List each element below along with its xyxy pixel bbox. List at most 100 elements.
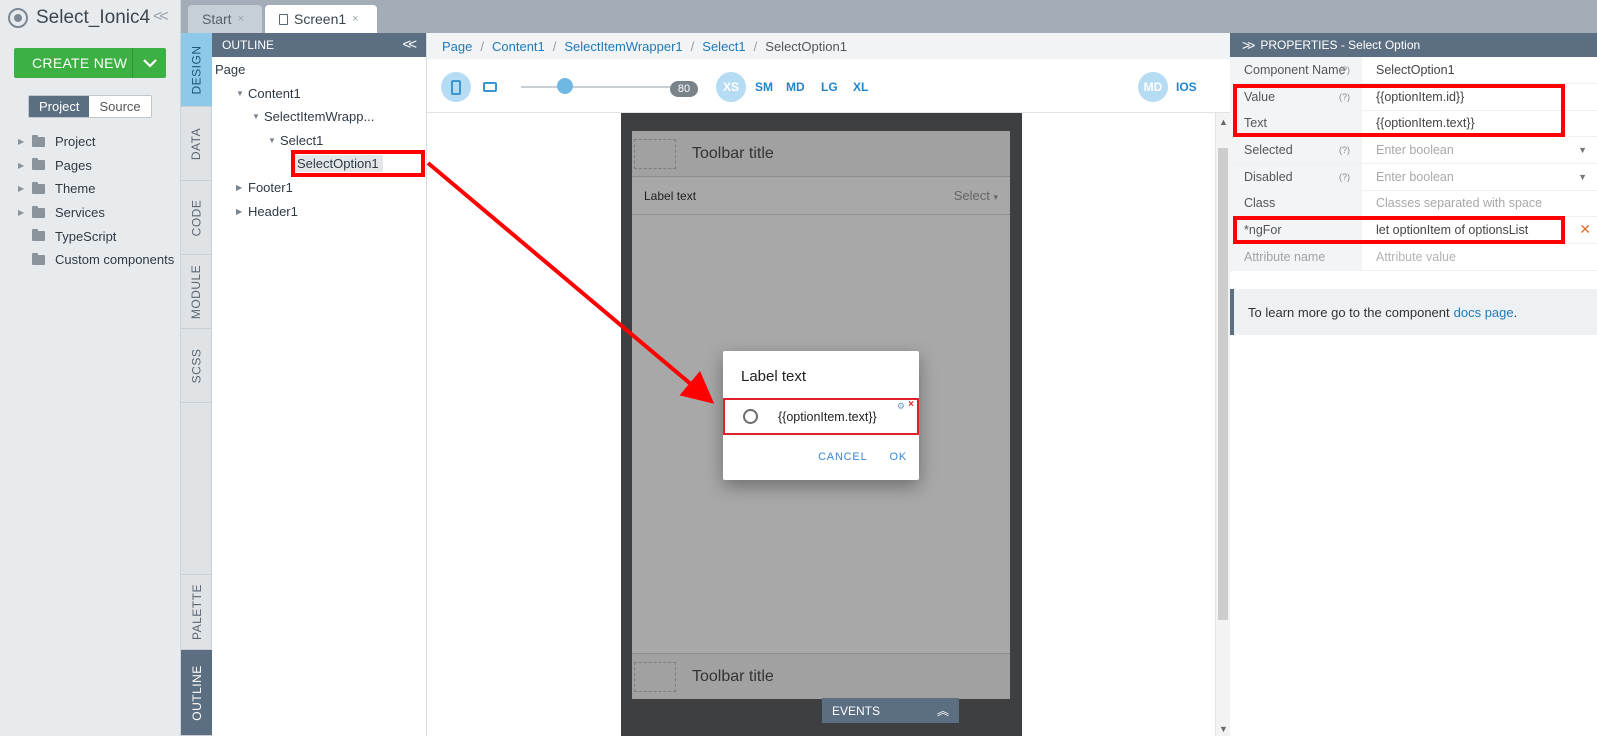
breadcrumb-select1[interactable]: Select1	[702, 39, 745, 54]
radio-icon[interactable]	[743, 409, 758, 424]
app-title: Select_Ionic4	[8, 6, 150, 30]
scroll-down-icon[interactable]: ▼	[1219, 724, 1228, 734]
outline-item-page[interactable]: Page	[215, 62, 245, 77]
canvas-scrollbar[interactable]: ▲ ▼	[1215, 113, 1230, 736]
tab-screen1[interactable]: Screen1 ×	[265, 5, 377, 33]
breadcrumb-page[interactable]: Page	[442, 39, 472, 54]
select-item[interactable]: Label text Select ▾	[632, 177, 1010, 215]
tab-start[interactable]: Start ×	[188, 5, 262, 33]
selected-select[interactable]: Enter boolean ▼	[1362, 137, 1597, 163]
expand-arrow-icon[interactable]: ▶	[18, 208, 32, 217]
outline-item-selectitemwrapper[interactable]: ▼ SelectItemWrapp...	[252, 109, 374, 124]
collapse-panel-icon[interactable]: <<	[153, 8, 169, 26]
select-item-label: Label text	[644, 188, 697, 203]
header-toolbar[interactable]: Toolbar title	[632, 131, 1010, 177]
component-name-field[interactable]: SelectOption1	[1362, 57, 1597, 83]
chevron-up-icon[interactable]: ︽	[937, 702, 949, 719]
docs-info-period: .	[1513, 304, 1518, 320]
expand-arrow-icon: ▶	[236, 207, 243, 216]
platform-ios-button[interactable]: IOS	[1176, 80, 1197, 94]
folder-icon	[32, 134, 45, 147]
ok-button[interactable]: OK	[890, 451, 908, 463]
close-icon[interactable]: ×	[352, 13, 358, 25]
collapse-arrow-icon: ▼	[252, 112, 260, 121]
breakpoint-xs-button[interactable]: XS	[716, 72, 746, 102]
platform-md-button[interactable]: MD	[1138, 72, 1168, 102]
breadcrumb-selectitemwrapper1[interactable]: SelectItemWrapper1	[564, 39, 682, 54]
source-toggle-button[interactable]: Source	[89, 96, 151, 117]
close-icon[interactable]: ×	[238, 13, 244, 25]
app-logo-icon	[8, 8, 28, 28]
folder-icon	[32, 205, 45, 218]
tab-scss[interactable]: SCSS	[181, 329, 212, 403]
tree-item-label: Project	[55, 134, 96, 150]
breakpoint-xl-button[interactable]: XL	[853, 80, 868, 94]
tree-item-custom-components[interactable]: Custom components	[18, 248, 174, 272]
breakpoint-lg-button[interactable]: LG	[821, 80, 838, 94]
tab-code[interactable]: CODE	[181, 181, 212, 255]
tree-item-label: Services	[55, 205, 105, 221]
outline-item-select1[interactable]: ▼ Select1	[268, 133, 323, 148]
class-field[interactable]: Classes separated with space	[1362, 190, 1597, 216]
tab-design[interactable]: DESIGN	[181, 33, 212, 107]
docs-page-link[interactable]: docs page	[1454, 305, 1514, 320]
zoom-value: 80	[670, 81, 698, 97]
expand-arrow-icon[interactable]: ▶	[18, 137, 32, 146]
tab-label: Start	[202, 11, 232, 27]
tree-item-label: Theme	[55, 181, 96, 197]
chevron-down-icon[interactable]	[132, 48, 166, 78]
cancel-button[interactable]: CANCEL	[818, 451, 867, 463]
phone-view-button[interactable]	[441, 72, 471, 102]
expand-arrow-icon[interactable]: ▶	[18, 184, 32, 193]
gear-icon[interactable]: ⚙	[897, 401, 905, 412]
outline-item-footer1[interactable]: ▶ Footer1	[236, 180, 293, 195]
events-panel-toggle[interactable]: EVENTS ︽	[822, 698, 959, 723]
highlight-value-text	[1233, 84, 1565, 137]
tree-item-typescript[interactable]: TypeScript	[18, 224, 174, 248]
zoom-slider-handle[interactable]	[557, 78, 573, 94]
prop-row-component-name: Component Name (?) SelectOption1	[1230, 57, 1597, 84]
attribute-name-field[interactable]: Attribute name	[1230, 244, 1362, 270]
dialog-option[interactable]: {{optionItem.text}} ⚙ ×	[723, 398, 919, 435]
highlight-ngfor	[1233, 216, 1565, 244]
tab-data[interactable]: DATA	[181, 107, 212, 181]
help-icon[interactable]: (?)	[1339, 145, 1350, 155]
delete-icon[interactable]: ✕	[1579, 221, 1591, 238]
breadcrumb: Page / Content1/ SelectItemWrapper1/ Sele…	[427, 33, 1230, 59]
tree-item-label: TypeScript	[55, 228, 117, 244]
expand-arrow-icon[interactable]: ▶	[18, 161, 32, 170]
tree-item-theme[interactable]: ▶ Theme	[18, 177, 174, 201]
outline-item-header1[interactable]: ▶ Header1	[236, 204, 298, 219]
project-toggle-button[interactable]: Project	[29, 96, 90, 117]
properties-title: PROPERTIES - Select Option	[1260, 38, 1421, 52]
project-source-toggle: Project Source	[28, 95, 152, 118]
expand-panel-icon[interactable]: >>	[1242, 37, 1255, 53]
toolbar-slot	[634, 138, 676, 169]
document-icon	[279, 13, 288, 25]
breakpoint-sm-button[interactable]: SM	[755, 80, 773, 94]
help-icon[interactable]: (?)	[1339, 65, 1350, 75]
tree-item-services[interactable]: ▶ Services	[18, 201, 174, 225]
tablet-view-icon[interactable]	[483, 82, 497, 92]
attribute-value-field[interactable]: Attribute value	[1362, 244, 1597, 270]
select-control[interactable]: Select ▾	[954, 188, 998, 203]
scroll-up-icon[interactable]: ▲	[1219, 117, 1228, 127]
tree-item-pages[interactable]: ▶ Pages	[18, 154, 174, 178]
disabled-select[interactable]: Enter boolean ▼	[1362, 164, 1597, 190]
close-icon[interactable]: ×	[908, 399, 914, 410]
tree-item-project[interactable]: ▶ Project	[18, 130, 174, 154]
breakpoint-md-button[interactable]: MD	[786, 80, 805, 94]
dropdown-arrow-icon: ▼	[1578, 144, 1587, 155]
help-icon[interactable]: (?)	[1339, 172, 1350, 182]
create-new-button[interactable]: CREATE NEW	[14, 48, 166, 78]
footer-toolbar[interactable]: Toolbar title	[632, 653, 1010, 699]
tab-outline[interactable]: OUTLINE	[181, 650, 212, 736]
tab-palette[interactable]: PALETTE	[181, 574, 212, 650]
outline-item-content1[interactable]: ▼ Content1	[236, 86, 301, 101]
collapse-outline-icon[interactable]: <<	[402, 36, 416, 53]
properties-header: >> PROPERTIES - Select Option	[1230, 33, 1597, 57]
scrollbar-thumb[interactable]	[1218, 148, 1228, 620]
breadcrumb-content1[interactable]: Content1	[492, 39, 545, 54]
tab-module[interactable]: MODULE	[181, 255, 212, 329]
zoom-slider[interactable]	[521, 86, 671, 88]
